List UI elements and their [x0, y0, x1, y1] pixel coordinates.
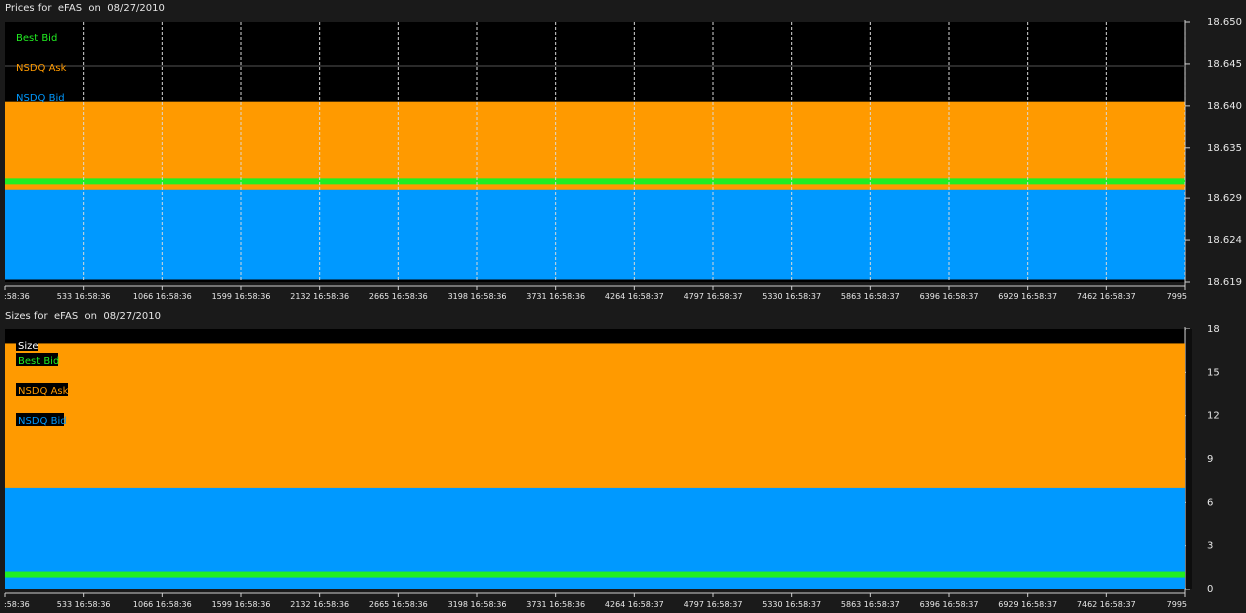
sizes-y-tick-label: 0 — [1207, 584, 1213, 595]
sizes-x-tick-label: 2132 16:58:36 — [290, 600, 349, 609]
sizes-x-tick-label: 3198 16:58:36 — [448, 600, 507, 609]
prices-x-tick-label: 2132 16:58:36 — [290, 292, 349, 301]
sizes-x-tick-label: 1066 16:58:36 — [133, 600, 192, 609]
sizes-legend-best-bid: Best Bid — [18, 356, 59, 367]
sizes-x-tick-label: 2665 16:58:36 — [369, 600, 428, 609]
prices-x-tick-label: 4264 16:58:37 — [605, 292, 664, 301]
sizes-x-tick-label: 7995 — [1167, 600, 1187, 609]
prices-x-tick-label: 1599 16:58:36 — [212, 292, 271, 301]
sizes-x-tick-label: 5863 16:58:37 — [841, 600, 900, 609]
sizes-x-tick-label: 4264 16:58:37 — [605, 600, 664, 609]
prices-x-tick-label: 7462 16:58:37 — [1077, 292, 1136, 301]
prices-y-tick-label: 18.645 — [1207, 59, 1242, 70]
sizes-y-tick-label: 9 — [1207, 454, 1213, 465]
prices-y-tick-label: 18.619 — [1207, 277, 1242, 288]
prices-x-tick-label: 3198 16:58:36 — [448, 292, 507, 301]
prices-x-tick-label: 1066 16:58:36 — [133, 292, 192, 301]
prices-x-tick-label: 6396 16:58:37 — [920, 292, 979, 301]
prices-x-tick-label: 7995 — [1167, 292, 1187, 301]
prices-x-tick-label: 2665 16:58:36 — [369, 292, 428, 301]
charts-svg: :58:36 533 16:58:36 1066 16:58:36 1599 16:5… — [4, 17, 1242, 609]
prices-x-tick-label: 6929 16:58:37 — [998, 292, 1057, 301]
prices-legend-best-bid: Best Bid — [16, 33, 57, 44]
sizes-x-tick-label: 1599 16:58:36 — [212, 600, 271, 609]
sizes-y-tick-label: 3 — [1207, 541, 1213, 552]
prices-x-tick-label: 533 16:58:36 — [57, 292, 111, 301]
prices-legend-nsdq-bid: NSDQ Bid — [16, 93, 65, 104]
sizes-x-tick-label: 6929 16:58:37 — [998, 600, 1057, 609]
prices-y-tick-label: 18.629 — [1207, 193, 1242, 204]
prices-y-tick-label: 18.624 — [1207, 235, 1242, 246]
sizes-legend-header: Size — [18, 341, 39, 352]
prices-x-tick-label: :58:36 — [4, 292, 30, 301]
sizes-y-tick-label: 6 — [1207, 497, 1213, 508]
prices-x-tick-label: 5863 16:58:37 — [841, 292, 900, 301]
sizes-x-tick-label: :58:36 — [4, 600, 30, 609]
prices-x-tick-label: 4797 16:58:37 — [684, 292, 743, 301]
prices-y-tick-label: 18.640 — [1207, 101, 1242, 112]
sizes-x-tick-label: 4797 16:58:37 — [684, 600, 743, 609]
sizes-x-tick-label: 5330 16:58:37 — [762, 600, 821, 609]
sizes-x-tick-label: 3731 16:58:36 — [526, 600, 585, 609]
prices-y-tick-label: 18.650 — [1207, 17, 1242, 28]
sizes-y-tick-label: 15 — [1207, 367, 1220, 378]
prices-best-bid-line — [5, 178, 1185, 185]
sizes-best-bid-line — [5, 571, 1185, 578]
prices-y-tick-label: 18.635 — [1207, 143, 1242, 154]
sizes-x-tick-label: 533 16:58:36 — [57, 600, 111, 609]
sizes-right-strip — [1186, 329, 1192, 589]
prices-x-tick-label: 3731 16:58:36 — [526, 292, 585, 301]
sizes-legend-nsdq-ask: NSDQ Ask — [18, 386, 69, 397]
prices-legend-nsdq-ask: NSDQ Ask — [16, 63, 67, 74]
sizes-x-tick-label: 6396 16:58:37 — [920, 600, 979, 609]
sizes-y-tick-label: 12 — [1207, 411, 1220, 422]
sizes-x-tick-label: 7462 16:58:37 — [1077, 600, 1136, 609]
prices-nsdq-bid-area — [5, 189, 1185, 280]
prices-x-tick-label: 5330 16:58:37 — [762, 292, 821, 301]
sizes-y-tick-label: 18 — [1207, 324, 1220, 335]
sizes-legend-nsdq-bid: NSDQ Bid — [18, 416, 67, 427]
